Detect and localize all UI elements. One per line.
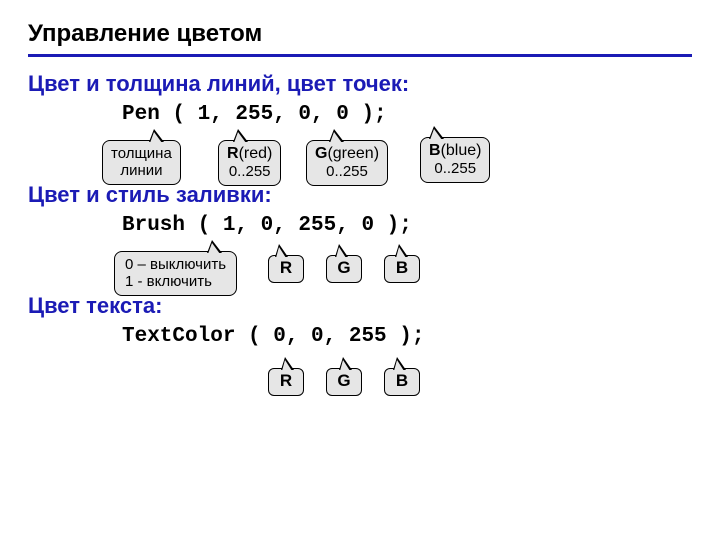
callout-rest: (red) [239, 145, 273, 162]
slide: Управление цветом Цвет и толщина линий, … [0, 0, 720, 540]
callout-rest: (green) [327, 145, 379, 162]
section1-callouts: толщина линии R(red) 0..255 G(green) 0..… [28, 140, 692, 196]
callout-line: 0..255 [434, 160, 476, 177]
slide-title: Управление цветом [28, 20, 692, 57]
callout-g: G [326, 368, 362, 396]
callout-line: толщина [111, 145, 172, 162]
section1-code: Pen ( 1, 255, 0, 0 ); [122, 103, 692, 126]
callout-line: 0..255 [326, 163, 368, 180]
callout-strong: R [227, 145, 239, 162]
section2-callouts: 0 – выключить 1 - включить R G B [28, 251, 692, 307]
section3-callouts: R G B [28, 362, 692, 412]
callout-strong: B [429, 142, 441, 159]
callout-blue: B(blue) 0..255 [420, 137, 490, 183]
section1-heading: Цвет и толщина линий, цвет точек: [28, 71, 692, 97]
callout-line: линии [120, 162, 162, 179]
callout-strong: G [315, 145, 327, 162]
callout-red: R(red) 0..255 [218, 140, 281, 186]
callout-line: 0 – выключить [125, 256, 226, 273]
callout-b: B [384, 255, 420, 283]
callout-r: R [268, 368, 304, 396]
callout-line: 0..255 [229, 163, 271, 180]
callout-b: B [384, 368, 420, 396]
section2-code: Brush ( 1, 0, 255, 0 ); [122, 214, 692, 237]
callout-thickness: толщина линии [102, 140, 181, 185]
callout-g: G [326, 255, 362, 283]
callout-line: 1 - включить [125, 273, 212, 290]
callout-rest: (blue) [441, 142, 482, 159]
callout-mode: 0 – выключить 1 - включить [114, 251, 237, 296]
callout-r: R [268, 255, 304, 283]
section3-code: TextColor ( 0, 0, 255 ); [122, 325, 692, 348]
callout-green: G(green) 0..255 [306, 140, 388, 186]
